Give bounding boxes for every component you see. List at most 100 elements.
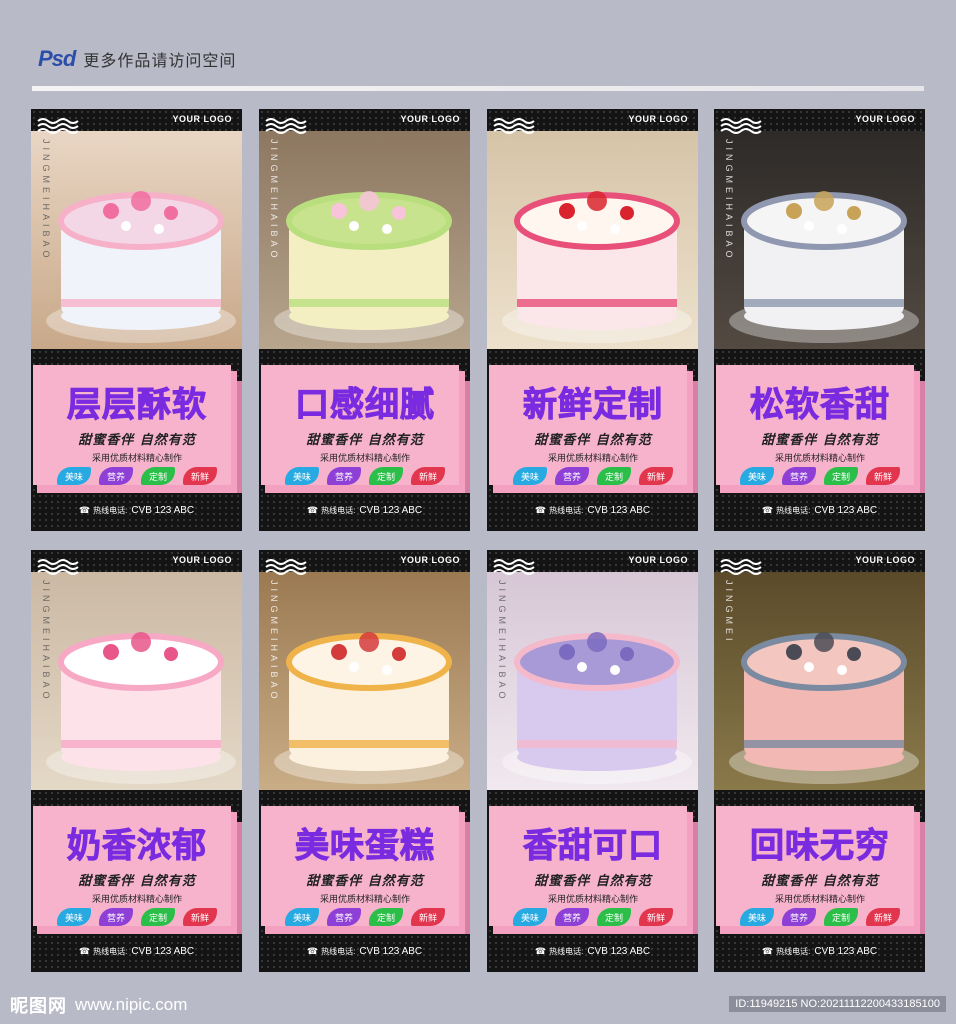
feature-tags: 美味 营养 定制 新鲜	[720, 467, 920, 485]
poster-card[interactable]: JINGMEIHAIBAO YOUR LOGO 美味蛋糕 甜蜜香伴 自然有范 采用优质…	[259, 550, 470, 972]
wave-decoration-icon	[720, 118, 762, 134]
feature-tag: 定制	[597, 908, 631, 926]
title-panel-content: 回味无穷 甜蜜香伴 自然有范 采用优质材料精心制作 美味 营养 定制 新鲜	[720, 812, 920, 934]
brand-logo-placeholder: YOUR LOGO	[855, 555, 915, 565]
feature-tag: 定制	[141, 467, 175, 485]
feature-tag: 美味	[57, 467, 91, 485]
feature-tag: 定制	[369, 467, 403, 485]
panel-shadow	[920, 381, 925, 493]
wave-decoration-icon	[265, 559, 307, 575]
cake-photo	[714, 131, 925, 349]
feature-tags: 美味 营养 定制 新鲜	[493, 908, 693, 926]
brand-logo-placeholder: YOUR LOGO	[172, 114, 232, 124]
feature-tag: 营养	[782, 908, 816, 926]
feature-tag: 美味	[285, 467, 319, 485]
cake-photo	[31, 131, 242, 349]
poster-card[interactable]: YOUR LOGO 新鲜定制 甜蜜香伴 自然有范 采用优质材料精心制作 美味 营养 定制 新鲜…	[487, 109, 698, 531]
hotline: ☎ 热线电话: CVB 123 ABC	[259, 505, 470, 516]
feature-tag: 定制	[141, 908, 175, 926]
title-panel: 新鲜定制 甜蜜香伴 自然有范 采用优质材料精心制作 美味 营养 定制 新鲜	[489, 365, 698, 493]
title-panel: 口感细腻 甜蜜香伴 自然有范 采用优质材料精心制作 美味 营养 定制 新鲜	[261, 365, 470, 493]
poster-card[interactable]: JINGMEIHAIBAO YOUR LOGO 松软香甜 甜蜜香伴 自然有范 采用优质…	[714, 109, 925, 531]
brand-logo-placeholder: YOUR LOGO	[172, 555, 232, 565]
feature-tags: 美味 营养 定制 新鲜	[265, 908, 465, 926]
poster-subtitle: 甜蜜香伴 自然有范	[534, 433, 652, 448]
hotline-number: CVB 123 ABC	[131, 946, 195, 957]
poster-card[interactable]: JINGMEI YOUR LOGO 回味无穷 甜蜜香伴 自然有范 采用优质材料精心制作…	[714, 550, 925, 972]
title-panel-content: 美味蛋糕 甜蜜香伴 自然有范 采用优质材料精心制作 美味 营养 定制 新鲜	[265, 812, 465, 934]
cake-photo	[31, 572, 242, 790]
feature-tag: 营养	[327, 908, 361, 926]
wave-decoration-icon	[37, 118, 79, 134]
feature-tag: 美味	[740, 467, 774, 485]
phone-icon: ☎	[78, 946, 91, 956]
title-panel-content: 口感细腻 甜蜜香伴 自然有范 采用优质材料精心制作 美味 营养 定制 新鲜	[265, 371, 465, 493]
poster-description: 采用优质材料精心制作	[91, 454, 182, 464]
poster-description: 采用优质材料精心制作	[547, 895, 638, 905]
hotline-label: 热线电话:	[776, 947, 811, 956]
cake-photo-frame	[487, 572, 698, 790]
cake-photo-frame	[259, 131, 470, 349]
poster-title: 松软香甜	[750, 385, 890, 426]
cake-photo	[487, 572, 698, 790]
poster-subtitle: 甜蜜香伴 自然有范	[761, 433, 879, 448]
brand-logo-placeholder: YOUR LOGO	[400, 555, 460, 565]
feature-tag: 营养	[99, 467, 133, 485]
cake-photo	[259, 131, 470, 349]
title-panel: 层层酥软 甜蜜香伴 自然有范 采用优质材料精心制作 美味 营养 定制 新鲜	[33, 365, 242, 493]
title-panel: 松软香甜 甜蜜香伴 自然有范 采用优质材料精心制作 美味 营养 定制 新鲜	[716, 365, 925, 493]
poster-card[interactable]: JINGMEIHAIBAO YOUR LOGO 香甜可口 甜蜜香伴 自然有范 采用优质…	[487, 550, 698, 972]
poster-card[interactable]: JINGMEIHAIBAO YOUR LOGO 层层酥软甜蜜香伴 自然有范采用优质…	[31, 109, 242, 531]
cake-photo	[259, 572, 470, 790]
wave-decoration-icon	[493, 559, 535, 575]
cake-photo-frame	[487, 131, 698, 349]
poster-card[interactable]: JINGMEIHAIBAO YOUR LOGO 口感细腻 甜蜜香伴 自然有范 采用优质…	[259, 109, 470, 531]
poster-subtitle: 甜蜜香伴 自然有范	[78, 433, 196, 448]
poster-title: 层层酥软	[67, 385, 207, 426]
panel-shadow	[693, 822, 698, 934]
phone-icon: ☎	[761, 946, 774, 956]
panel-shadow	[465, 822, 470, 934]
poster-title: 奶香浓郁	[67, 826, 207, 867]
hotline: ☎ 热线电话: CVB 123 ABC	[487, 505, 698, 516]
hotline: ☎ 热线电话: CVB 123 ABC	[259, 946, 470, 957]
panel-shadow	[465, 381, 470, 493]
feature-tag: 新鲜	[411, 467, 445, 485]
hotline-label: 热线电话:	[321, 947, 356, 956]
hotline-label: 热线电话:	[321, 506, 356, 515]
vertical-brand-text: JINGMEI	[724, 580, 734, 645]
phone-icon: ☎	[534, 505, 547, 515]
title-panel-content: 奶香浓郁 甜蜜香伴 自然有范 采用优质材料精心制作 美味 营养 定制 新鲜	[37, 812, 237, 934]
feature-tag: 营养	[327, 467, 361, 485]
hotline-number: CVB 123 ABC	[131, 505, 195, 516]
poster-subtitle: 甜蜜香伴 自然有范	[306, 433, 424, 448]
cake-photo-frame	[31, 131, 242, 349]
poster-subtitle: 甜蜜香伴 自然有范	[78, 874, 196, 889]
feature-tag: 营养	[782, 467, 816, 485]
feature-tag: 定制	[597, 467, 631, 485]
poster-card[interactable]: JINGMEIHAIBAO YOUR LOGO 奶香浓郁 甜蜜香伴 自然有范 采用优质…	[31, 550, 242, 972]
title-panel-content: 松软香甜 甜蜜香伴 自然有范 采用优质材料精心制作 美味 营养 定制 新鲜	[720, 371, 920, 493]
brand-logo-placeholder: YOUR LOGO	[628, 555, 688, 565]
feature-tag: 新鲜	[411, 908, 445, 926]
image-id-badge: ID:11949215 NO:20211112200433185100	[729, 996, 946, 1012]
poster-description: 采用优质材料精心制作	[547, 454, 638, 464]
vertical-brand-text: JINGMEIHAIBAO	[41, 139, 51, 262]
poster-description: 采用优质材料精心制作	[319, 895, 410, 905]
phone-icon: ☎	[306, 505, 319, 515]
hotline: ☎ 热线电话: CVB 123 ABC	[714, 505, 925, 516]
vertical-brand-text: JINGMEIHAIBAO	[269, 580, 279, 703]
hotline-number: CVB 123 ABC	[814, 505, 878, 516]
hotline: ☎ 热线电话: CVB 123 ABC	[487, 946, 698, 957]
vertical-brand-text: JINGMEIHAIBAO	[497, 580, 507, 703]
nipic-url[interactable]: www.nipic.com	[75, 995, 187, 1015]
cake-photo-frame	[714, 572, 925, 790]
feature-tag: 美味	[285, 908, 319, 926]
wave-decoration-icon	[37, 559, 79, 575]
brand-logo-placeholder: YOUR LOGO	[628, 114, 688, 124]
hotline-label: 热线电话:	[549, 947, 584, 956]
hotline-label: 热线电话:	[549, 506, 584, 515]
vertical-brand-text: JINGMEIHAIBAO	[269, 139, 279, 262]
hotline-label: 热线电话:	[776, 506, 811, 515]
cake-photo	[487, 131, 698, 349]
